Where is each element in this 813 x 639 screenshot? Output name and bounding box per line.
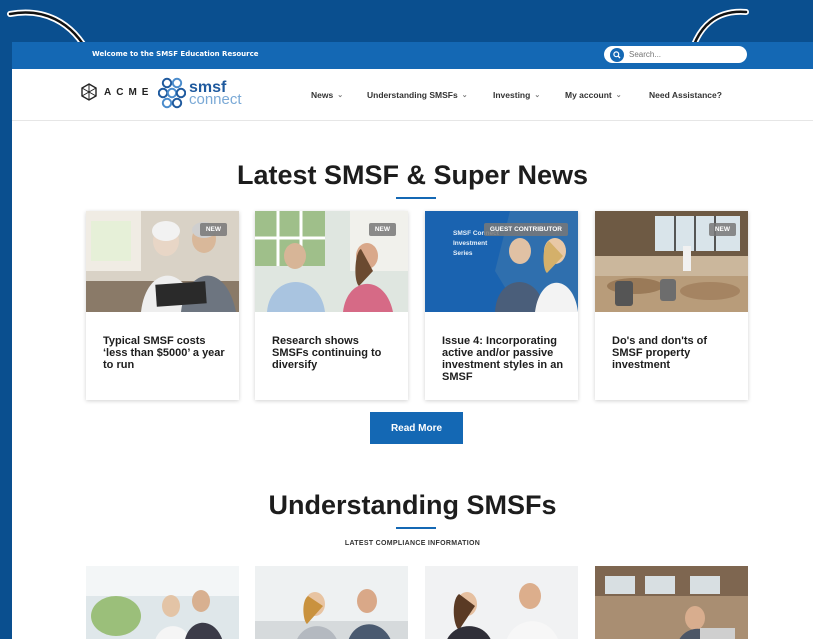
news-card-title[interactable]: Typical SMSF costs ‘less than $5000’ a y…	[103, 335, 228, 371]
news-card-title[interactable]: Issue 4: Incorporating active and/or pas…	[442, 335, 567, 383]
news-heading: Latest SMSF & Super News	[236, 160, 589, 190]
nav-label: News	[311, 90, 334, 100]
chevron-down-icon: ⌄	[461, 92, 468, 99]
heading-underline	[396, 197, 436, 199]
nav-label: My account	[565, 90, 612, 100]
acme-logo[interactable]: ACME	[80, 83, 153, 101]
understanding-subheading: LATEST COMPLIANCE INFORMATION	[344, 540, 481, 547]
news-card-image: NEW	[255, 211, 408, 312]
smsf-connect-logo[interactable]: smsf connect	[158, 77, 242, 111]
top-bar: Welcome to the SMSF Education Resource	[12, 42, 813, 69]
guest-contributor-badge: GUEST CONTRIBUTOR	[483, 223, 568, 236]
search-icon	[610, 47, 624, 62]
main-nav: ACME smsf connect News ⌄ Understanding SM…	[12, 69, 813, 121]
heading-underline	[396, 527, 436, 529]
news-card[interactable]: NEW Typical SMSF costs ‘less than $5000’…	[86, 211, 239, 400]
chevron-down-icon: ⌄	[337, 92, 344, 99]
read-more-button[interactable]: Read More	[370, 412, 463, 444]
acme-globe-icon	[81, 83, 97, 101]
news-card[interactable]: NEW Do's and don'ts of SMSF property inv…	[595, 211, 748, 400]
new-badge: NEW	[199, 223, 227, 236]
welcome-text: Welcome to the SMSF Education Resource	[92, 50, 259, 58]
new-badge: NEW	[368, 223, 396, 236]
understanding-card-image[interactable]	[255, 566, 408, 639]
nav-label: Investing	[493, 90, 531, 100]
new-badge: NEW	[708, 223, 736, 236]
news-card-image: NEW	[595, 211, 748, 312]
news-card-image: NEW	[86, 211, 239, 312]
news-card[interactable]: SMSF Connect Investment Series GUEST CON…	[425, 211, 578, 400]
chevron-down-icon: ⌄	[534, 92, 541, 99]
nav-label: Understanding SMSFs	[367, 90, 458, 100]
nav-label: Need Assistance?	[649, 90, 722, 100]
understanding-card-image[interactable]	[86, 566, 239, 639]
news-card-image: SMSF Connect Investment Series GUEST CON…	[425, 211, 578, 312]
nav-item-news[interactable]: News ⌄	[311, 90, 343, 100]
acme-wordmark: ACME	[104, 86, 154, 98]
news-card-title[interactable]: Do's and don'ts of SMSF property investm…	[612, 335, 737, 371]
connect-wordmark: connect	[189, 91, 242, 108]
understanding-card-image[interactable]	[595, 566, 748, 639]
nav-item-investing[interactable]: Investing ⌄	[493, 90, 540, 100]
search-box[interactable]	[604, 46, 747, 63]
website-frame: Welcome to the SMSF Education Resource A…	[12, 42, 813, 639]
chevron-down-icon: ⌄	[615, 92, 622, 99]
nav-item-my-account[interactable]: My account ⌄	[565, 90, 622, 100]
understanding-heading: Understanding SMSFs	[268, 490, 557, 520]
search-input[interactable]	[627, 49, 741, 60]
smsf-connect-rings-icon	[158, 77, 186, 109]
understanding-card-image[interactable]	[425, 566, 578, 639]
nav-item-understanding-smsfs[interactable]: Understanding SMSFs ⌄	[367, 90, 468, 100]
news-card-title[interactable]: Research shows SMSFs continuing to diver…	[272, 335, 397, 371]
nav-item-need-assistance[interactable]: Need Assistance?	[649, 90, 722, 100]
news-card[interactable]: NEW Research shows SMSFs continuing to d…	[255, 211, 408, 400]
